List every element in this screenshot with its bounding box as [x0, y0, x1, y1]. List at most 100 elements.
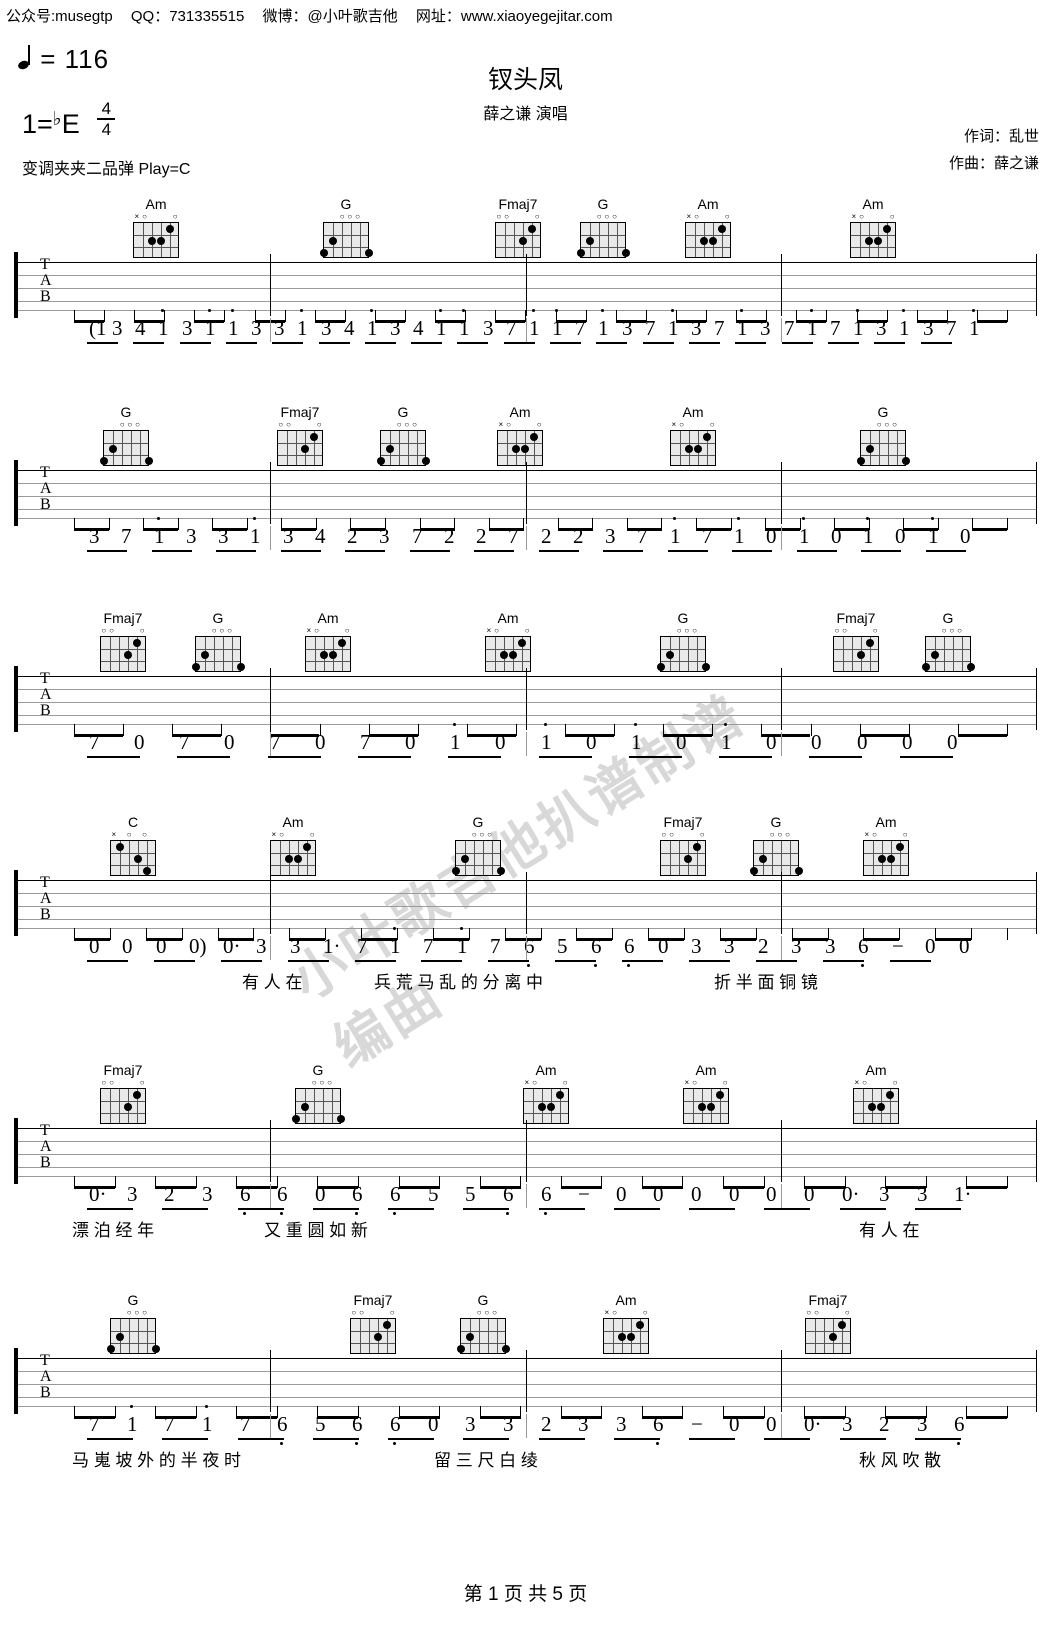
fret-wire-line	[661, 661, 705, 662]
chord-string-markers: ○ ○ ○	[805, 1309, 851, 1317]
jianpu-note-value: 0	[857, 730, 868, 754]
measure-barline	[1036, 872, 1037, 934]
page-title: 钗头凤	[487, 66, 563, 94]
jianpu-beam-underline	[313, 1438, 359, 1440]
fret-wire-line	[661, 649, 705, 650]
jianpu-note-value: 6	[858, 934, 869, 958]
jianpu-note: 1	[367, 309, 378, 341]
jianpu-note: 3	[760, 316, 771, 341]
jianpu-note: 1	[541, 723, 552, 755]
fret-string-line	[505, 223, 506, 257]
octave-dot-low	[527, 964, 531, 967]
measure-barline	[270, 254, 271, 316]
jianpu-note-value: 0·	[804, 1412, 822, 1436]
fret-string-line	[608, 223, 609, 257]
jianpu-note: 6	[503, 1182, 514, 1215]
jianpu-note: 0	[766, 730, 777, 755]
jianpu-note: 3	[218, 524, 229, 549]
chord-diagram-g: G ○ ○ ○	[855, 404, 911, 466]
jianpu-note: 3	[321, 316, 332, 341]
jianpu-note: 3	[379, 524, 390, 549]
chord-finger-dot	[509, 651, 517, 659]
jianpu-note: 2	[879, 1412, 890, 1437]
jianpu-note-value: 4	[344, 316, 355, 340]
jianpu-beam-underline	[313, 1208, 359, 1210]
jianpu-note: 3	[923, 316, 934, 341]
open-string-icon: ○	[859, 212, 864, 221]
system-start-barline	[14, 870, 18, 936]
qq-number: QQ：731335515	[130, 8, 245, 25]
jianpu-note: (1	[89, 316, 107, 341]
open-string-icon: ○	[227, 626, 232, 635]
fret-wire-line	[864, 865, 908, 866]
jianpu-note: 2	[347, 524, 358, 549]
open-string-icon: ○	[722, 1078, 728, 1087]
fret-wire-line	[306, 649, 350, 650]
chord-diagram-g: G ○ ○ ○	[748, 814, 804, 876]
jianpu-beam-underline	[926, 550, 966, 552]
jianpu-note-value: 3	[465, 1412, 476, 1436]
fret-string-line	[214, 637, 215, 671]
jianpu-note-value: 3	[182, 316, 193, 340]
jianpu-note: 0	[804, 1182, 815, 1207]
fret-wire-line	[196, 661, 240, 662]
fret-string-line	[497, 1319, 498, 1353]
fret-string-line	[599, 223, 600, 257]
fret-string-line	[944, 637, 945, 671]
fret-wire-line	[111, 1331, 155, 1332]
fret-string-line	[232, 637, 233, 671]
jianpu-note: 7	[360, 730, 371, 755]
jianpu-note-value: 0	[947, 730, 958, 754]
jianpu-beam-underline	[281, 550, 321, 552]
fret-string-line	[897, 431, 898, 465]
jianpu-beam-underline	[539, 756, 592, 758]
jianpu-note: 3	[274, 316, 285, 341]
fret-wire-line	[524, 1101, 568, 1102]
chord-finger-dot	[500, 651, 508, 659]
jianpu-note-value: 0·	[89, 1182, 107, 1206]
jianpu-beam-underline	[358, 756, 411, 758]
jianpu-note-value: 4	[413, 316, 424, 340]
jianpu-beam-underline	[668, 550, 708, 552]
measure-barline	[781, 668, 782, 730]
chord-finger-dot	[703, 433, 711, 441]
jianpu-note-value: 3	[917, 1182, 928, 1206]
fret-string-line	[287, 431, 288, 465]
fret-string-line	[860, 223, 861, 257]
jianpu-note-value: 0	[616, 1182, 627, 1206]
jianpu-note-value: −	[578, 1182, 590, 1206]
chord-string-markers: × ○ ○	[133, 213, 179, 221]
measure-barline	[526, 872, 527, 934]
jianpu-note-value: 3	[274, 316, 285, 340]
chord-fretboard-grid	[657, 636, 710, 672]
jianpu-note-value: 0	[895, 524, 906, 548]
jianpu-note: 0·	[804, 1412, 822, 1437]
fret-string-line	[679, 637, 680, 671]
fret-string-line	[143, 223, 144, 257]
jianpu-note-value: 3	[923, 316, 934, 340]
jianpu-beam-underline	[539, 550, 579, 552]
chord-string-markers: ○ ○ ○	[580, 213, 626, 221]
fret-wire-line	[278, 443, 322, 444]
jianpu-beam-underline	[782, 342, 813, 344]
jianpu-note-value: 4	[315, 524, 326, 548]
jianpu-note-value: (1	[89, 316, 107, 340]
jianpu-beam-underline	[689, 960, 730, 962]
chord-name-label: G	[212, 610, 224, 626]
chord-fretboard-grid	[523, 1088, 569, 1124]
jianpu-note: 5	[315, 1412, 326, 1437]
open-string-icon: ○	[344, 626, 350, 635]
jianpu-note-value: 3	[605, 524, 616, 548]
chord-diagram-row: Fmaj7 ○ ○ ○ G ○ ○ ○ Am × ○ ○ Am × ○ ○ Am × ○ ○	[0, 1062, 1051, 1124]
jianpu-barline	[270, 936, 271, 960]
chord-finger-dot	[685, 445, 693, 453]
chord-string-markers: ○ ○ ○	[860, 421, 906, 429]
chord-name-label: Am	[697, 196, 719, 212]
open-string-icon: ○	[487, 830, 492, 839]
jianpu-note-value: 3	[218, 524, 229, 548]
jianpu-note-value: 3	[917, 1412, 928, 1436]
jianpu-note-value: 6	[954, 1412, 965, 1436]
jianpu-note-value: 1	[457, 934, 468, 958]
chord-name-label: G	[597, 196, 609, 212]
jianpu-note-value: 6	[541, 1182, 552, 1206]
